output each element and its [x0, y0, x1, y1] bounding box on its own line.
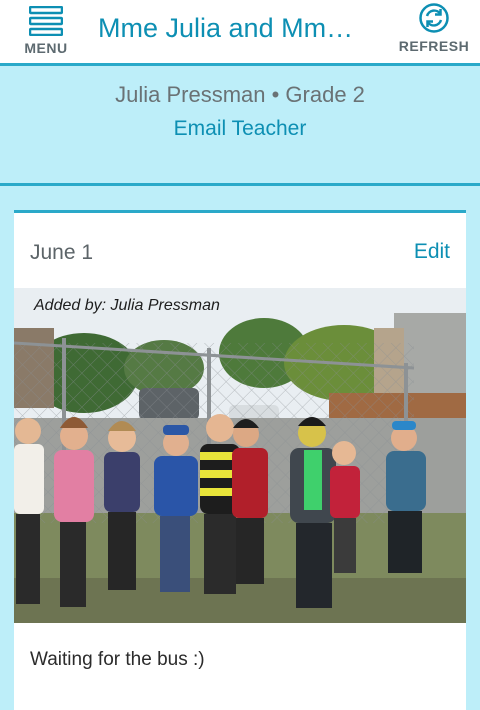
email-teacher-link[interactable]: Email Teacher: [0, 117, 480, 141]
edit-post-link[interactable]: Edit: [414, 240, 450, 264]
menu-button[interactable]: MENU: [14, 6, 78, 60]
teacher-grade-text: Julia Pressman • Grade 2: [115, 82, 365, 107]
refresh-icon: [419, 3, 449, 33]
class-info-panel: Julia Pressman • Grade 2 Email Teacher: [0, 66, 480, 183]
post-photo[interactable]: Added by: Julia Pressman: [14, 288, 466, 623]
refresh-button[interactable]: REFRESH: [393, 2, 475, 60]
top-app-bar: MENU Mme Julia and Mm… REFRESH: [0, 0, 480, 66]
group-photo-image: [14, 288, 466, 623]
section-divider: [0, 183, 480, 186]
added-by-label: Added by: Julia Pressman: [34, 297, 220, 314]
post-date: June 1: [30, 241, 94, 264]
hamburger-icon: [29, 6, 63, 36]
page-title: Mme Julia and Mm…: [98, 13, 354, 43]
post-card: June 1 Edit Added by: Julia Pressman Wai…: [14, 210, 466, 710]
menu-label: MENU: [24, 40, 68, 56]
post-caption: Waiting for the bus :): [30, 649, 205, 670]
refresh-label: REFRESH: [398, 38, 470, 54]
